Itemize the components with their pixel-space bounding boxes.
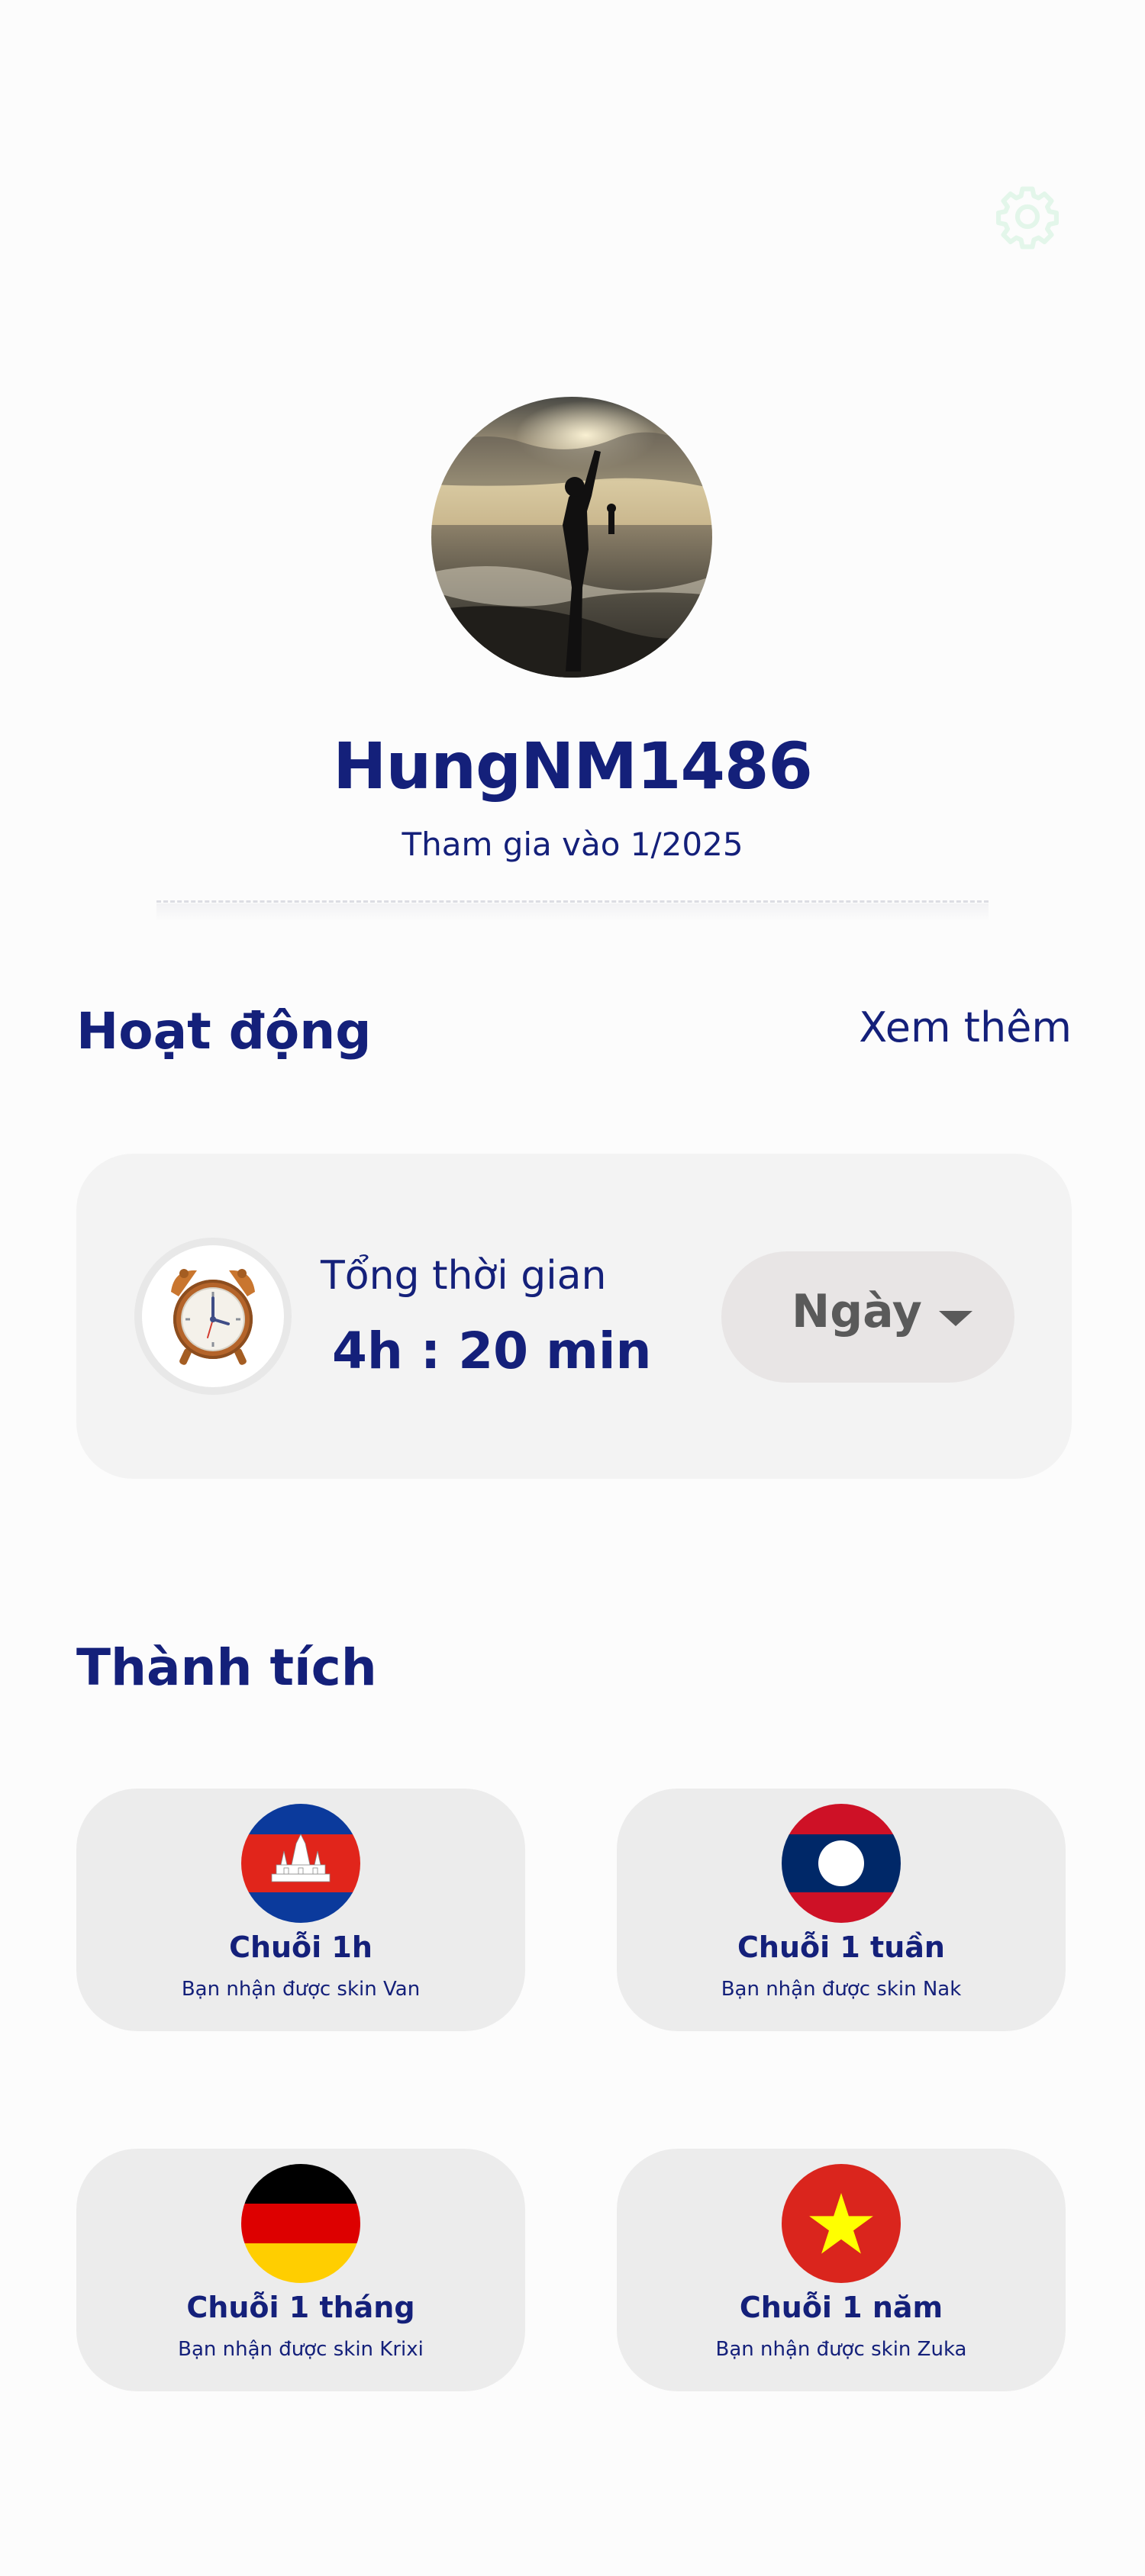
achievement-title: Chuỗi 1 tháng xyxy=(186,2291,415,2324)
divider-shadow xyxy=(156,903,989,922)
settings-button[interactable] xyxy=(991,180,1064,253)
total-time-label: Tổng thời gian xyxy=(321,1253,607,1299)
period-dropdown[interactable]: Ngày xyxy=(721,1251,1014,1383)
achievement-title: Chuỗi 1h xyxy=(229,1930,373,1964)
activity-title: Hoạt động xyxy=(76,1002,372,1061)
alarm-clock-icon xyxy=(171,1269,255,1365)
total-time-value: 4h : 20 min xyxy=(332,1322,652,1380)
vietnam-flag-icon xyxy=(782,2164,901,2283)
achievement-card[interactable]: Chuỗi 1h Bạn nhận được skin Van xyxy=(76,1789,525,2031)
achievement-card[interactable]: Chuỗi 1 năm Bạn nhận được skin Zuka xyxy=(617,2149,1066,2391)
join-date: Tham gia vào 1/2025 xyxy=(402,826,743,863)
achievement-title: Chuỗi 1 tuần xyxy=(737,1930,945,1964)
chevron-down-icon xyxy=(939,1311,972,1326)
avatar-photo xyxy=(431,397,712,678)
see-more-link[interactable]: Xem thêm xyxy=(859,1003,1072,1051)
avatar[interactable] xyxy=(431,397,712,678)
activity-card: Tổng thời gian 4h : 20 min Ngày xyxy=(76,1154,1072,1479)
timer-icon-badge xyxy=(134,1238,292,1395)
divider xyxy=(156,900,989,903)
gear-icon xyxy=(995,186,1060,250)
achievement-card[interactable]: Chuỗi 1 tháng Bạn nhận được skin Krixi xyxy=(76,2149,525,2391)
achievement-description: Bạn nhận được skin Zuka xyxy=(715,2338,967,2361)
achievement-title: Chuỗi 1 năm xyxy=(739,2291,943,2324)
period-selected-value: Ngày xyxy=(792,1285,922,1338)
achievement-description: Bạn nhận được skin Nak xyxy=(721,1978,962,2001)
username: HungNM1486 xyxy=(333,729,813,803)
laos-flag-icon xyxy=(782,1804,901,1923)
achievement-description: Bạn nhận được skin Van xyxy=(181,1978,421,2001)
achievement-card[interactable]: Chuỗi 1 tuần Bạn nhận được skin Nak xyxy=(617,1789,1066,2031)
cambodia-flag-icon xyxy=(241,1804,360,1923)
germany-flag-icon xyxy=(241,2164,360,2283)
achievements-title: Thành tích xyxy=(76,1638,377,1697)
achievement-description: Bạn nhận được skin Krixi xyxy=(178,2338,424,2361)
